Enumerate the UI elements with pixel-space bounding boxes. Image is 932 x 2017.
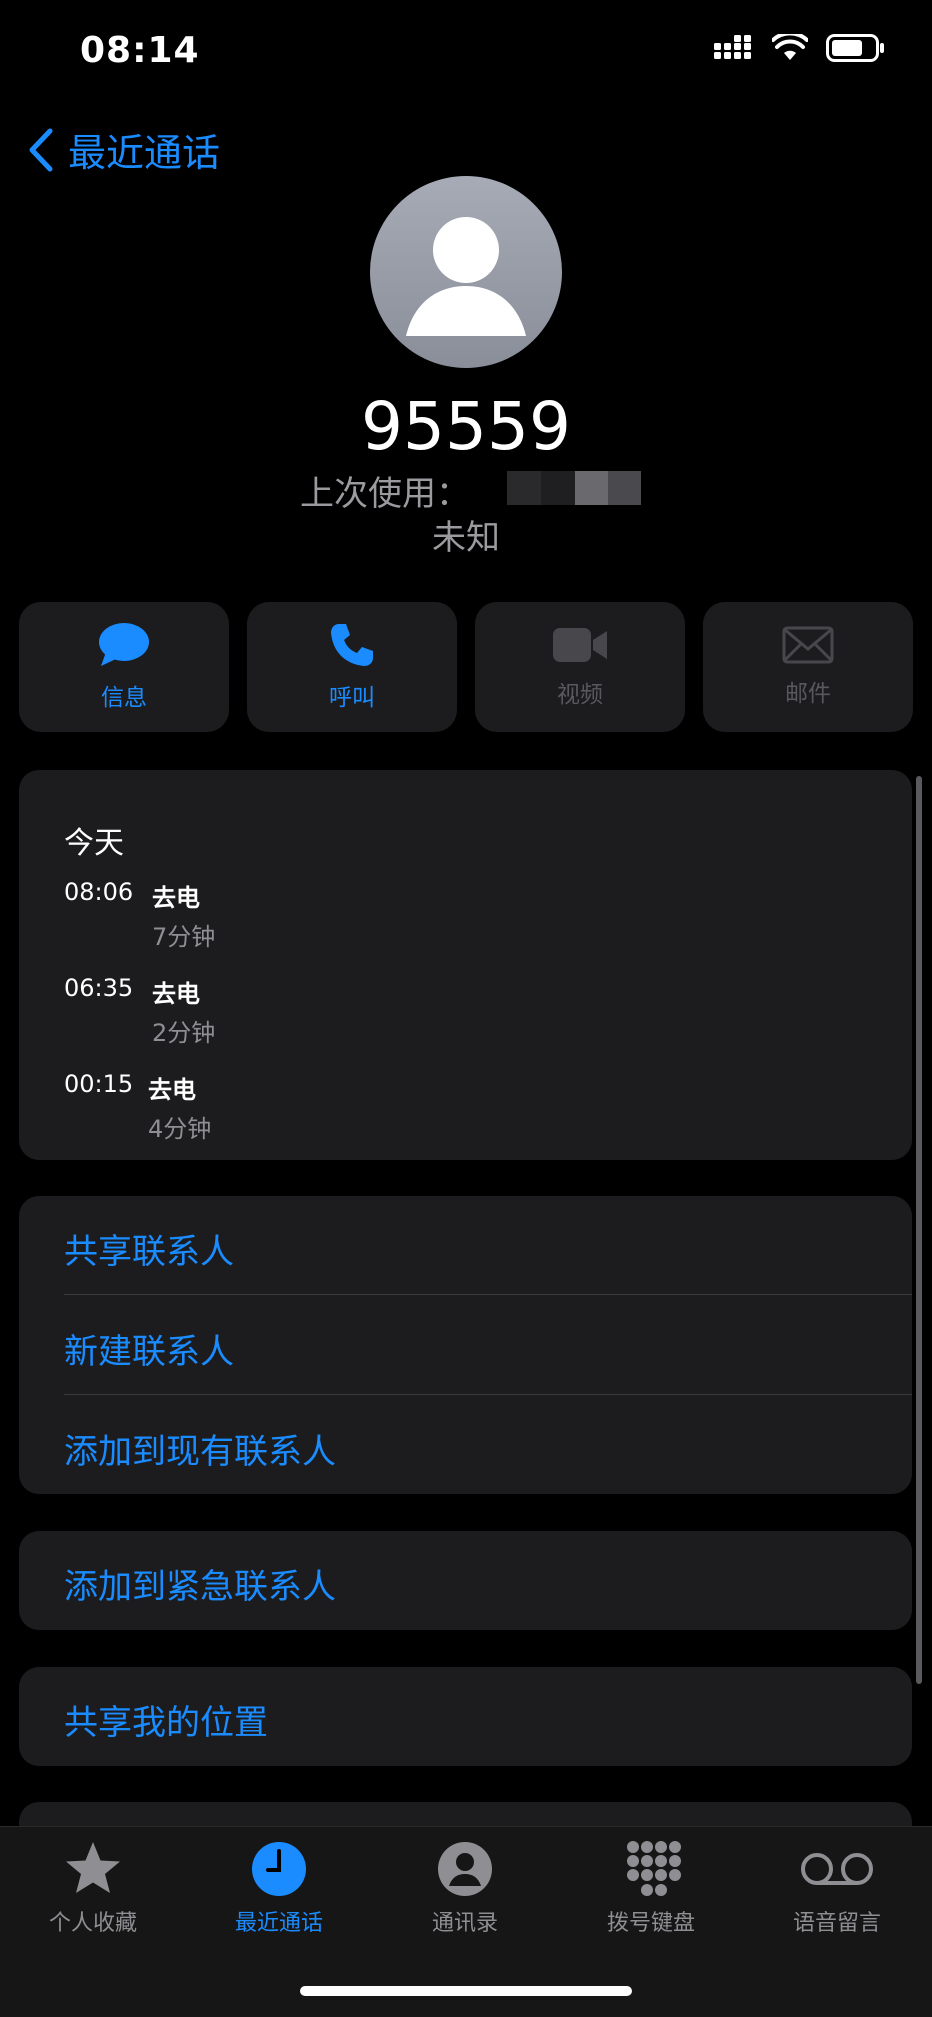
message-button[interactable]: 信息 [19, 602, 229, 732]
call-time: 08:06 [64, 878, 134, 906]
status-icons [714, 34, 884, 62]
wifi-icon [772, 34, 808, 60]
status-time: 08:14 [80, 30, 200, 71]
home-indicator [300, 1986, 632, 1996]
tab-label: 拨号键盘 [606, 1911, 695, 1936]
message-label: 信息 [101, 685, 147, 711]
share-contact-button[interactable]: 共享联系人 [64, 1224, 234, 1273]
video-icon [553, 628, 607, 662]
history-day: 今天 [64, 826, 124, 861]
video-button[interactable]: 视频 [475, 602, 685, 732]
person-icon [406, 217, 526, 336]
new-contact-button[interactable]: 新建联系人 [64, 1324, 234, 1373]
back-button[interactable]: 最近通话 [28, 122, 220, 177]
scrollbar[interactable] [916, 776, 922, 1684]
person-circle-icon [438, 1842, 492, 1896]
call-duration: 4分钟 [148, 1115, 212, 1143]
call-time: 06:35 [64, 974, 134, 1002]
tab-recents[interactable]: 最近通话 [186, 1839, 372, 1937]
tab-contacts[interactable]: 通讯录 [372, 1839, 558, 1937]
call-duration: 7分钟 [152, 923, 216, 951]
emergency-card: 添加到紧急联系人 [19, 1531, 912, 1630]
battery-icon [826, 34, 884, 62]
location-card: 共享我的位置 [19, 1667, 912, 1766]
contact-type: 未知 [432, 518, 500, 558]
tab-label: 语音留言 [792, 1911, 881, 1936]
call-label: 呼叫 [329, 685, 375, 711]
call-duration: 2分钟 [152, 1019, 216, 1047]
tab-favorites[interactable]: 个人收藏 [0, 1839, 186, 1937]
mail-button[interactable]: 邮件 [703, 602, 913, 732]
tab-keypad[interactable]: 拨号键盘 [558, 1839, 744, 1937]
add-emergency-contact-button[interactable]: 添加到紧急联系人 [64, 1559, 336, 1608]
keypad-icon [627, 1841, 681, 1896]
add-to-existing-contact-button[interactable]: 添加到现有联系人 [64, 1424, 336, 1473]
chevron-left-icon [29, 128, 53, 171]
avatar [370, 176, 562, 368]
back-label: 最近通话 [68, 131, 221, 175]
tab-voicemail[interactable]: 语音留言 [744, 1839, 930, 1937]
video-label: 视频 [557, 682, 603, 708]
call-time: 00:15 [64, 1070, 134, 1098]
signal-icon [714, 35, 751, 59]
star-icon [66, 1842, 120, 1893]
tab-label: 最近通话 [234, 1911, 323, 1936]
phone-icon [331, 624, 373, 666]
tab-label: 个人收藏 [48, 1911, 137, 1936]
mail-icon [782, 626, 834, 664]
call-type: 去电 [148, 1076, 196, 1104]
last-used-label: 上次使用： [300, 474, 470, 514]
divider [64, 1294, 912, 1295]
contact-options-card: 共享联系人 新建联系人 添加到现有联系人 [19, 1196, 912, 1494]
message-icon [99, 623, 149, 666]
divider [64, 1394, 912, 1395]
call-type: 去电 [152, 980, 200, 1008]
call-type: 去电 [152, 884, 200, 912]
call-history-card: 今天 08:06 去电 7分钟 06:35 去电 2分钟 00:15 去电 4分… [19, 770, 912, 1160]
mail-label: 邮件 [785, 681, 831, 707]
share-location-button[interactable]: 共享我的位置 [64, 1695, 268, 1744]
tab-label: 通讯录 [431, 1911, 498, 1936]
contact-number: 95559 [361, 388, 571, 465]
clock-icon [252, 1842, 306, 1896]
redacted-value [507, 471, 641, 505]
call-button[interactable]: 呼叫 [247, 602, 457, 732]
voicemail-icon [801, 1853, 873, 1885]
